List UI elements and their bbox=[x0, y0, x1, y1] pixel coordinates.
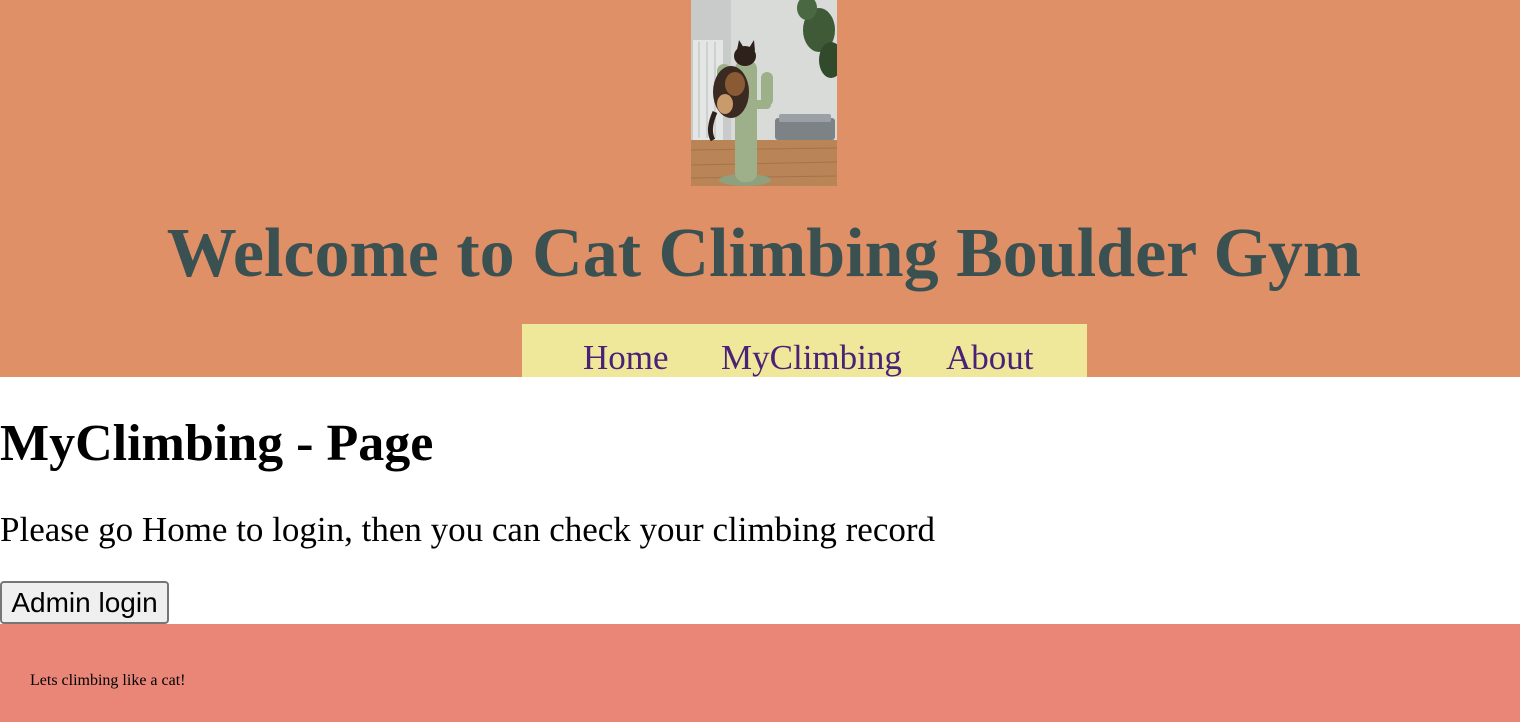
nav-link-about[interactable]: About bbox=[946, 338, 1034, 378]
cat-photo-illustration bbox=[691, 0, 837, 186]
cat-climbing-photo bbox=[691, 0, 837, 186]
main-nav: Home MyClimbing About bbox=[522, 324, 1087, 377]
footer-text: Lets climbing like a cat! bbox=[30, 672, 186, 689]
site-title: Welcome to Cat Climbing Boulder Gym bbox=[166, 215, 1362, 292]
page-heading: MyClimbing - Page bbox=[0, 415, 434, 472]
admin-login-button[interactable]: Admin login bbox=[0, 581, 169, 624]
nav-link-home[interactable]: Home bbox=[583, 338, 669, 378]
nav-link-myclimbing[interactable]: MyClimbing bbox=[721, 338, 902, 378]
site-footer bbox=[0, 624, 1520, 722]
site-header: Welcome to Cat Climbing Boulder Gym Home… bbox=[0, 0, 1520, 377]
login-instruction-text: Please go Home to login, then you can ch… bbox=[0, 510, 936, 549]
